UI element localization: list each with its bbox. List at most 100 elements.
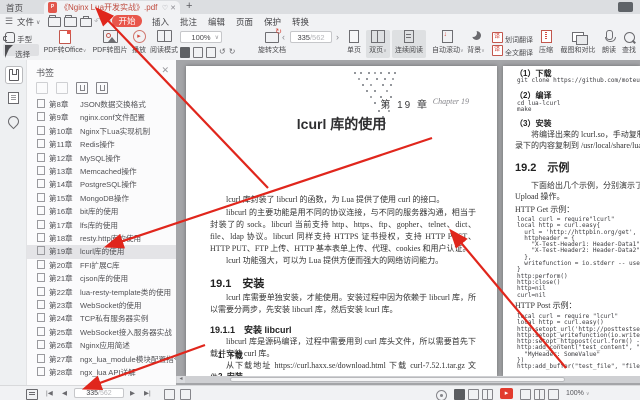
menu-tab-insert[interactable]: 插入 xyxy=(152,16,169,28)
thumbnails-panel-button[interactable] xyxy=(5,90,21,106)
bookmark-page-icon xyxy=(37,259,45,269)
scroll-left-icon[interactable]: ◂ xyxy=(177,376,185,383)
bookmark-item[interactable]: 第26章 Nginx应用简述 xyxy=(27,339,176,352)
annotations-panel-button[interactable] xyxy=(5,113,21,130)
previous-page-icon[interactable]: ‹ xyxy=(282,31,285,43)
bookmark-item[interactable]: 第15章 MongoDB操作 xyxy=(27,192,176,205)
bookmark-item[interactable]: 第27章 ngx_lua_module模块配置指令详解 xyxy=(27,353,176,366)
bookmark-item[interactable]: 第8章 JSON数据交换格式 xyxy=(27,98,176,111)
horizontal-scrollbar[interactable]: ◂ xyxy=(176,376,640,383)
full-translate-button[interactable]: 全文翻译 xyxy=(492,44,533,57)
panel-title: 书签 xyxy=(36,68,55,78)
menu-icon[interactable]: ☰ xyxy=(5,16,13,26)
status-bar: |◀ ◀ 335/562 ▶ ▶| ▸ 100% ∨ xyxy=(0,385,640,400)
menu-tab-annotate[interactable]: 批注 xyxy=(180,16,197,28)
close-panel-icon[interactable]: ✕ xyxy=(161,65,169,76)
read-mode-button[interactable]: 阅读模式 xyxy=(148,30,180,58)
menu-tab-convert[interactable]: 转换 xyxy=(292,16,309,28)
find-button[interactable]: 查找 xyxy=(620,30,638,58)
menu-tab-edit[interactable]: 编辑 xyxy=(208,16,225,28)
page-options-icon[interactable] xyxy=(180,389,191,400)
next-page-button[interactable]: ▶ xyxy=(130,389,135,397)
menu-file[interactable]: 文件 xyxy=(17,16,34,28)
bookmark-item[interactable]: 第22章 lua-resty-template类的使用 xyxy=(27,286,176,299)
add-bookmark-icon[interactable] xyxy=(76,82,88,94)
bookmark-tool-icon[interactable] xyxy=(36,82,48,94)
bookmark-item[interactable]: 第28章 ngx_lua API详解 xyxy=(27,366,176,379)
bookmark-item[interactable]: 第19章 lcurl库的使用 xyxy=(27,245,176,259)
bookmark-tool-icon[interactable] xyxy=(56,82,68,94)
actual-size-icon[interactable] xyxy=(206,47,216,58)
continuous-read-button[interactable]: 连续阅读 xyxy=(392,30,426,58)
tab-document[interactable]: P 《Nginx Lua开发实战》.pdf ♡ ✕ xyxy=(44,1,180,14)
compress-button[interactable]: 压缩 xyxy=(536,30,556,58)
rotate-right-icon[interactable]: ↻ xyxy=(229,47,236,58)
play-button[interactable]: ▸ 播放 xyxy=(128,30,150,58)
view-mode-single-icon[interactable] xyxy=(468,389,479,400)
bookmark-item[interactable]: 第20章 FFI扩展C库 xyxy=(27,259,176,272)
bookmark-list: 第8章 JSON数据交换格式 第9章 nginx.conf文件配置 第10章 Nginx下… xyxy=(27,98,176,384)
redo-icon[interactable]: ↷ xyxy=(104,16,112,26)
fit-page-icon[interactable] xyxy=(180,47,190,58)
window-control-icon[interactable] xyxy=(618,2,633,12)
next-page-icon[interactable]: › xyxy=(336,31,339,43)
select-tool-button[interactable]: 选择 xyxy=(3,44,39,59)
double-page-button[interactable]: 双页∨ xyxy=(366,30,390,58)
pdf-to-office-button[interactable]: PDF转Office∨ xyxy=(42,30,88,58)
bookmark-title: lcurl库的使用 xyxy=(80,247,125,257)
word-translate-button[interactable]: 划词翻译 xyxy=(492,31,533,44)
pin-tab-icon[interactable]: ♡ xyxy=(162,4,168,12)
catalog-icon[interactable] xyxy=(26,389,38,400)
eye-protection-icon[interactable] xyxy=(436,390,447,400)
menu-tab-page[interactable]: 页面 xyxy=(236,16,253,28)
bookmark-item[interactable]: 第13章 Memcached操作 xyxy=(27,165,176,178)
add-bookmark-page-icon[interactable] xyxy=(164,389,175,400)
rotate-left-icon[interactable]: ↺ xyxy=(219,47,226,58)
zoom-input[interactable]: 100% ∨ xyxy=(180,31,222,43)
pdf-to-image-button[interactable]: PDF转图片 xyxy=(90,30,130,58)
read-aloud-button[interactable]: 朗读 xyxy=(600,30,618,58)
bookmarks-panel-button[interactable] xyxy=(5,66,23,84)
background-button[interactable]: 背景∨ xyxy=(466,29,486,58)
paragraph: 录下的内容复制到 /usr/local/share/lua/5.1 xyxy=(515,141,640,150)
bookmark-item[interactable]: 第18章 resty.http库的使用 xyxy=(27,232,176,245)
bookmark-item[interactable]: 第21章 cjson库的使用 xyxy=(27,272,176,285)
bookmark-item[interactable]: 第14章 PostgreSQL操作 xyxy=(27,178,176,191)
hand-tool-button[interactable]: 手型 xyxy=(3,31,39,44)
toolbar-page-input[interactable]: 335/562 xyxy=(290,31,332,43)
bookmark-item[interactable]: 第17章 lfs库的使用 xyxy=(27,219,176,232)
single-page-button[interactable]: 单页 xyxy=(344,30,364,58)
auto-scroll-button[interactable]: 自动滚动∨ xyxy=(432,30,464,58)
undo-icon[interactable]: ↶ xyxy=(94,16,102,26)
pdf-page-right[interactable]: （1）下载 git clone https://github.com/moteu… xyxy=(503,66,640,376)
fit-width-icon[interactable] xyxy=(193,47,203,58)
read-layout-icon[interactable] xyxy=(534,389,545,400)
statusbar-zoom-level[interactable]: 100% ∨ xyxy=(566,390,590,397)
previous-page-button[interactable]: ◀ xyxy=(62,389,67,397)
bookmark-list-icon[interactable] xyxy=(96,82,108,94)
bookmark-item[interactable]: 第25章 WebSocket接入服务器实战 xyxy=(27,326,176,339)
last-page-button[interactable]: ▶| xyxy=(144,389,151,397)
new-tab-button[interactable]: + xyxy=(186,0,192,12)
screenshot-compare-button[interactable]: 截图和对比 xyxy=(558,30,598,58)
pdf-page-left[interactable]: 第 19 章 Chapter 19 lcurl 库的使用 lcurl 库封装了 … xyxy=(186,66,497,376)
menu-tab-home-active[interactable]: 开始 xyxy=(112,15,142,27)
bookmark-item[interactable]: 第12章 MySQL操作 xyxy=(27,152,176,165)
bookmark-item[interactable]: 第16章 bit库的使用 xyxy=(27,205,176,218)
bookmark-item[interactable]: 第10章 Nginx下Lua实现机制 xyxy=(27,125,176,138)
bookmark-item[interactable]: 第24章 TCP私有服务器实例 xyxy=(27,312,176,325)
tab-home[interactable]: 首页 xyxy=(6,2,23,14)
slideshow-play-button[interactable]: ▸ xyxy=(500,388,513,399)
first-page-button[interactable]: |◀ xyxy=(46,389,53,397)
scrollbar-thumb[interactable] xyxy=(230,377,565,382)
bookmark-item[interactable]: 第11章 Redis操作 xyxy=(27,138,176,151)
bookmark-item[interactable]: 第23章 WebSocket的使用 xyxy=(27,299,176,312)
close-tab-icon[interactable]: ✕ xyxy=(170,4,176,12)
view-mode-double-icon[interactable] xyxy=(482,389,493,400)
bookmark-item[interactable]: 第9章 nginx.conf文件配置 xyxy=(27,111,176,124)
view-mode-continuous-icon[interactable] xyxy=(454,389,465,400)
statusbar-page-input[interactable]: 335/562 xyxy=(74,388,124,398)
print-icon[interactable] xyxy=(80,16,92,28)
fullscreen-icon[interactable] xyxy=(520,389,531,400)
fit-screen-icon[interactable] xyxy=(548,389,559,400)
